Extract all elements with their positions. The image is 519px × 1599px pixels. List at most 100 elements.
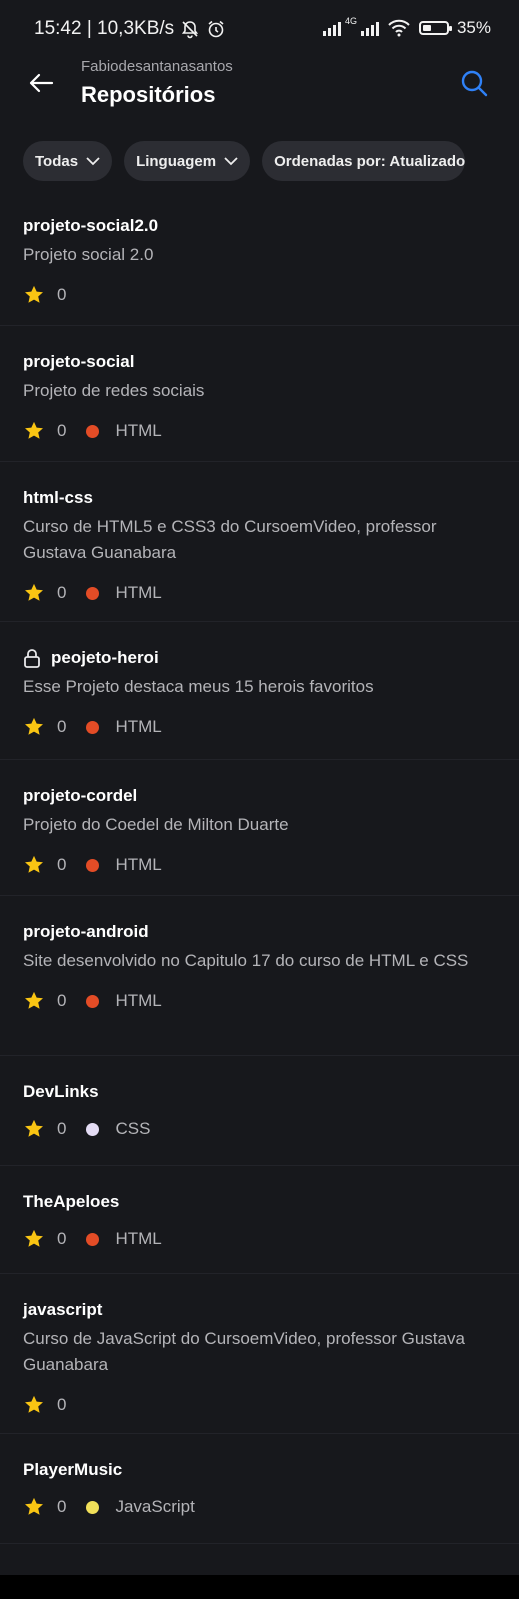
repo-name: javascript (23, 1300, 103, 1319)
repo-name: projeto-cordel (23, 786, 138, 805)
star-count: 0 (57, 991, 67, 1010)
signal-icon-2 (360, 20, 379, 36)
language-color-dot (86, 586, 100, 600)
status-right: 4G 35% (322, 16, 491, 38)
repo-meta: 0 (23, 282, 496, 308)
repo-meta: 0 HTML (23, 418, 496, 444)
repo-meta: 0 HTML (23, 988, 496, 1014)
language-color-dot (86, 1122, 100, 1136)
repo-description: Projeto social 2.0 (23, 245, 154, 264)
system-nav-bar (0, 1575, 519, 1599)
repo-meta: 0 JavaScript (23, 1494, 496, 1520)
star-count: 0 (57, 1229, 67, 1248)
star-count: 0 (57, 285, 67, 304)
star-icon (23, 1394, 45, 1416)
repo-item[interactable]: javascript Curso de JavaScript do Cursoem… (0, 1274, 519, 1434)
star-count: 0 (57, 717, 67, 736)
back-button[interactable] (26, 68, 56, 98)
repo-item[interactable]: projeto-social2.0 Projeto social 2.0 0 (0, 190, 519, 326)
lock-icon (24, 649, 40, 668)
repo-name-row: projeto-social2.0 (23, 216, 496, 236)
repo-item[interactable]: TheApeloes 0 HTML (0, 1166, 519, 1274)
repo-name: projeto-social2.0 (23, 216, 159, 235)
filter-label: Ordenadas por: Atualizado (274, 152, 466, 170)
repo-name-row: javascript (23, 1300, 496, 1320)
repo-meta: 0 HTML (23, 714, 496, 740)
star-count: 0 (57, 583, 67, 602)
repo-name: projeto-android (23, 922, 149, 941)
repo-name: DevLinks (23, 1082, 99, 1101)
repo-name: projeto-social (23, 352, 135, 371)
star-icon (23, 854, 45, 876)
star-count: 0 (57, 855, 67, 874)
status-time-speed: 15:42 | 10,3KB/s (34, 18, 175, 39)
chevron-down-icon (224, 156, 238, 165)
repo-meta: 0 HTML (23, 580, 496, 606)
star-icon (23, 1496, 45, 1518)
alarm-icon (208, 20, 224, 38)
repo-meta: 0 HTML (23, 852, 496, 878)
repo-description: Curso de HTML5 e CSS3 do CursoemVideo, p… (23, 517, 437, 562)
repo-item[interactable]: html-css Curso de HTML5 e CSS3 do Cursoem… (0, 462, 519, 622)
status-bar: 15:42 | 10,3KB/s 4G 35% (0, 0, 519, 58)
repo-description: Site desenvolvido no Capitulo 17 do curs… (23, 951, 469, 970)
repo-name-row: DevLinks (23, 1082, 496, 1102)
repo-name: html-css (23, 488, 93, 507)
language-color-dot (86, 720, 100, 734)
repo-description: Esse Projeto destaca meus 15 herois favo… (23, 677, 374, 696)
repo-item[interactable]: DevLinks 0 CSS (0, 1056, 519, 1166)
repo-item[interactable]: projeto-cordel Projeto do Coedel de Milto… (0, 760, 519, 896)
filter-sort-chip[interactable]: Ordenadas por: Atualizado (262, 141, 466, 181)
arrow-left-icon (29, 73, 54, 93)
repo-language: HTML (115, 717, 162, 736)
repo-meta: 0 CSS (23, 1116, 496, 1142)
filter-type-chip[interactable]: Todas (23, 141, 113, 181)
star-icon (23, 284, 45, 306)
repo-name: PlayerMusic (23, 1460, 123, 1479)
filter-label: Linguagem (136, 152, 217, 170)
search-button[interactable] (459, 68, 489, 98)
star-icon (23, 716, 45, 738)
repo-name-row: projeto-social (23, 352, 496, 372)
filter-label: Todas (35, 152, 79, 170)
repo-language: HTML (115, 855, 162, 874)
chevron-down-icon (86, 156, 100, 165)
repo-item[interactable]: projeto-android Site desenvolvido no Capi… (0, 896, 519, 1056)
repo-name: TheApeloes (23, 1192, 120, 1211)
repo-name-row: html-css (23, 488, 496, 508)
repo-meta: 0 (23, 1392, 496, 1418)
repo-description: Curso de JavaScript do CursoemVideo, pro… (23, 1329, 465, 1374)
repo-item[interactable]: projeto-social Projeto de redes sociais 0 H… (0, 326, 519, 462)
wifi-icon (388, 19, 410, 37)
status-left: 15:42 | 10,3KB/s (34, 18, 226, 40)
repo-language: HTML (115, 1229, 162, 1248)
repo-name-row: projeto-android (23, 922, 496, 942)
star-icon (23, 990, 45, 1012)
repo-item[interactable]: PlayerMusic 0 JavaScript (0, 1434, 519, 1544)
star-icon (23, 420, 45, 442)
repo-language: HTML (115, 583, 162, 602)
star-count: 0 (57, 421, 67, 440)
repo-owner: Fabiodesantanasantos (81, 58, 233, 75)
language-color-dot (86, 1500, 100, 1514)
star-icon (23, 1118, 45, 1140)
repo-description: Projeto do Coedel de Milton Duarte (23, 815, 289, 834)
repo-name-row: projeto-cordel (23, 786, 496, 806)
language-color-dot (86, 858, 100, 872)
star-icon (23, 1228, 45, 1250)
star-count: 0 (57, 1119, 67, 1138)
star-icon (23, 582, 45, 604)
language-color-dot (86, 1232, 100, 1246)
filter-language-chip[interactable]: Linguagem (124, 141, 251, 181)
repo-name-row: PlayerMusic (23, 1460, 496, 1480)
battery-percent: 35% (456, 18, 491, 37)
repo-item[interactable]: peojeto-heroi Esse Projeto destaca meus 1… (0, 622, 519, 760)
search-icon (461, 70, 488, 97)
bell-off-icon (182, 21, 199, 39)
signal-icon (322, 20, 341, 36)
repo-language: HTML (115, 421, 162, 440)
page-title: Repositórios (81, 82, 216, 107)
repo-meta: 0 HTML (23, 1226, 496, 1252)
language-color-dot (86, 994, 100, 1008)
network-type: 4G (344, 16, 357, 26)
